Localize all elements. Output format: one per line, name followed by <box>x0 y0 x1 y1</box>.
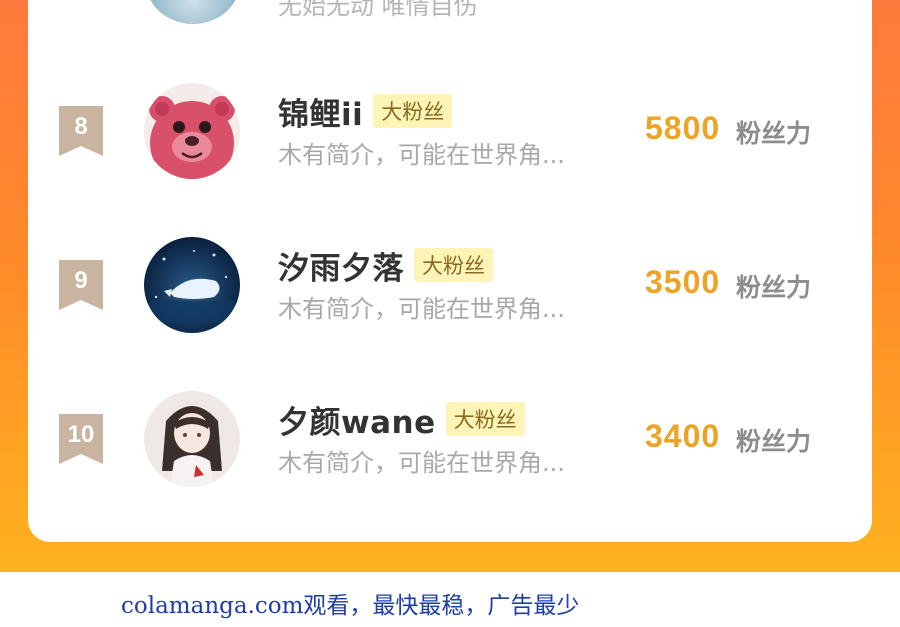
ranking-row[interactable]: 10 夕颜wane 大粉丝 木有简介，可能在世界角... 3400 粉丝力 <box>28 391 872 511</box>
fan-power-score: 3400 <box>645 418 721 454</box>
user-name[interactable]: 夕颜wane <box>278 397 436 442</box>
user-intro: 木有简介，可能在世界角... <box>278 141 565 169</box>
rank-ribbon: 8 <box>59 106 103 156</box>
ranking-row[interactable]: 9 汐雨夕落 大粉丝 木有简介，可能在世界角... 3500 粉丝力 <box>28 237 872 357</box>
rank-number: 8 <box>74 113 88 140</box>
fan-level-badge: 大粉丝 <box>445 402 525 436</box>
fan-ranking-card: 无始无动 唯情自伤 8 锦鲤ii 大粉丝 木有简介，可能在世界角... 5800… <box>28 0 872 542</box>
ranking-row[interactable]: 8 锦鲤ii 大粉丝 木有简介，可能在世界角... 5800 粉丝力 <box>28 83 872 203</box>
avatar[interactable] <box>146 0 240 24</box>
site-watermark: colamanga.com观看，最快最稳，广告最少 <box>121 593 580 619</box>
name-line: 夕颜wane 大粉丝 <box>278 397 525 442</box>
fan-level-badge: 大粉丝 <box>414 248 493 282</box>
fan-power-unit: 粉丝力 <box>736 273 812 302</box>
bear-icon <box>144 83 240 179</box>
girl-icon <box>144 391 240 487</box>
user-intro: 无始无动 唯情自伤 <box>278 0 478 20</box>
rank-ribbon: 10 <box>59 414 103 464</box>
name-line: 汐雨夕落 大粉丝 <box>278 243 493 288</box>
user-name[interactable]: 锦鲤ii <box>278 89 363 134</box>
fan-power-unit: 粉丝力 <box>736 427 812 456</box>
user-intro: 木有简介，可能在世界角... <box>278 449 565 477</box>
rank-number: 9 <box>74 267 88 294</box>
whale-icon <box>144 237 240 333</box>
pink-bear-avatar[interactable] <box>144 83 240 179</box>
rank-ribbon: 9 <box>59 260 103 310</box>
night-whale-avatar[interactable] <box>144 237 240 333</box>
fan-power-unit: 粉丝力 <box>736 119 812 148</box>
user-name[interactable]: 汐雨夕落 <box>278 243 404 288</box>
anime-girl-avatar[interactable] <box>144 391 240 487</box>
fan-power-score: 5800 <box>645 110 721 146</box>
fan-level-badge: 大粉丝 <box>373 94 453 128</box>
rank-number: 10 <box>67 421 95 448</box>
partial-ranking-row: 无始无动 唯情自伤 <box>28 0 872 24</box>
name-line: 锦鲤ii 大粉丝 <box>278 89 453 134</box>
user-intro: 木有简介，可能在世界角... <box>278 295 565 323</box>
fan-power-score: 3500 <box>645 264 721 300</box>
